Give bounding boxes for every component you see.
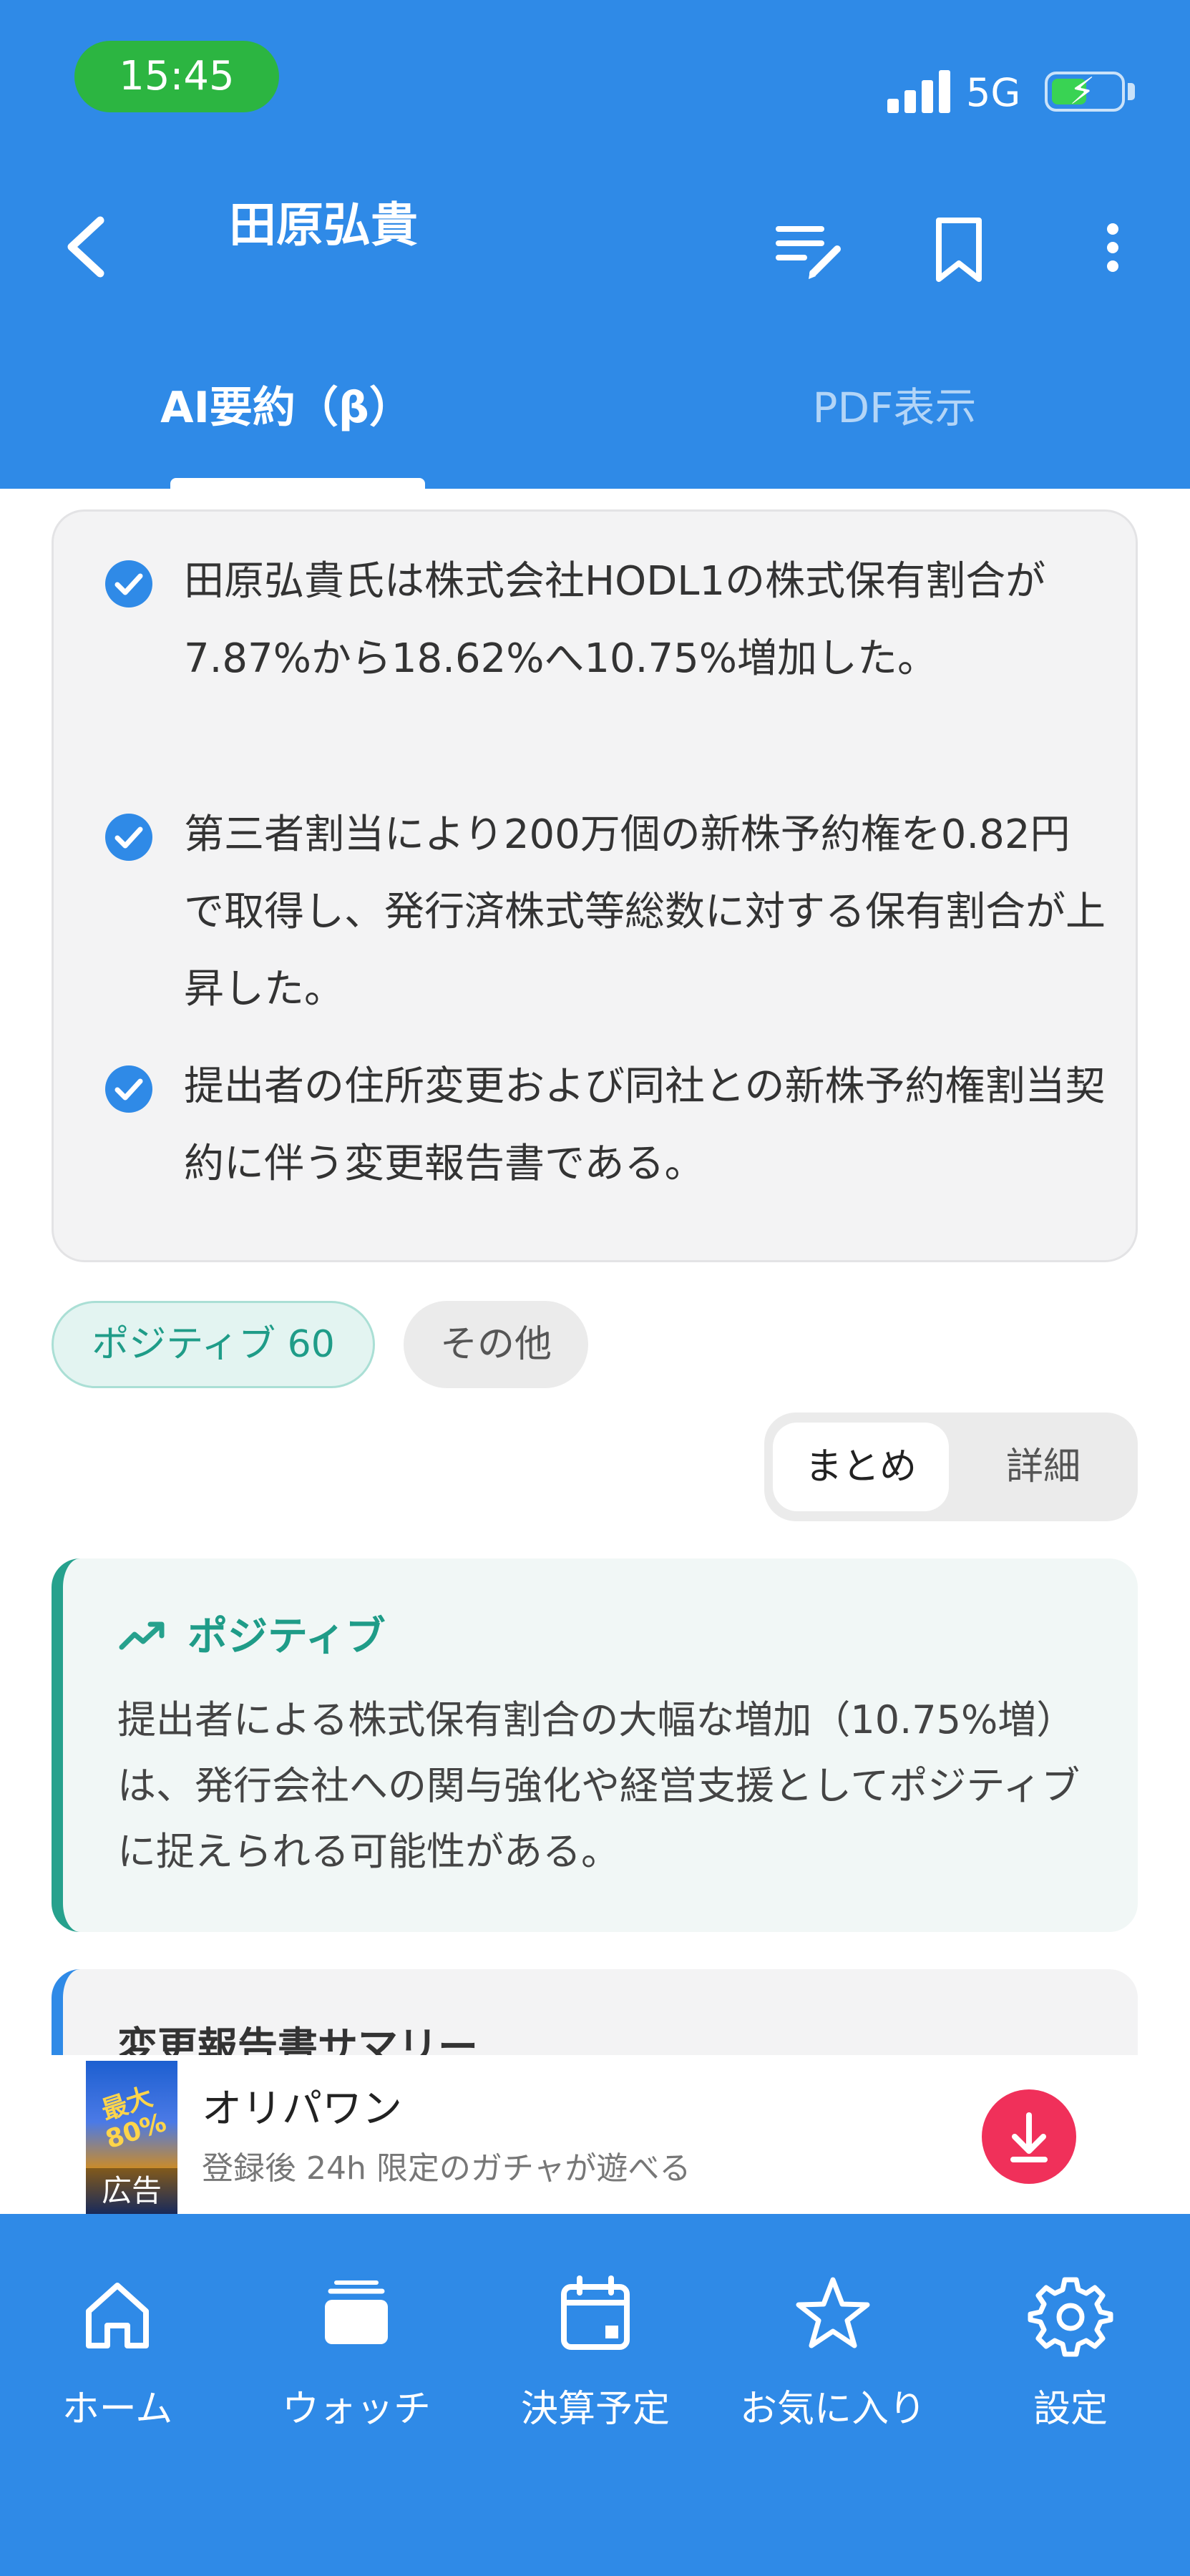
ad-image[interactable]: 最大80% 広告 bbox=[86, 2061, 177, 2214]
nav-favorites-label: お気に入り bbox=[739, 2388, 926, 2431]
nav-watch[interactable]: ウォッチ bbox=[249, 2271, 464, 2443]
ad-label: 広告 bbox=[86, 2168, 177, 2214]
network-type: 5G bbox=[966, 70, 1021, 115]
summary-bullet-text: 田原弘貴氏は株式会社HODL1の株式保有割合が7.87%から18.62%へ10.… bbox=[184, 558, 1046, 682]
nav-earnings-label: 決算予定 bbox=[520, 2388, 670, 2431]
ad-title[interactable]: オリパワン bbox=[202, 2081, 402, 2138]
more-options-button[interactable] bbox=[1095, 215, 1131, 286]
nav-home[interactable]: ホーム bbox=[10, 2271, 225, 2443]
trending-up-icon bbox=[119, 1621, 165, 1650]
page-title: 田原弘貴 bbox=[229, 197, 418, 253]
report-summary-card: 変更報告書サマリー bbox=[52, 1969, 1138, 2055]
ad-download-button[interactable] bbox=[982, 2089, 1076, 2184]
more-vertical-icon bbox=[1107, 223, 1118, 272]
nav-favorites[interactable]: お気に入り bbox=[726, 2271, 940, 2443]
positive-analysis-card: ポジティブ 提出者による株式保有割合の大幅な増加（10.75%増）は、発行会社へ… bbox=[52, 1558, 1138, 1932]
ad-promo-text: 最大80% bbox=[98, 2082, 170, 2155]
report-summary-heading: 変更報告書サマリー bbox=[117, 2024, 478, 2055]
nav-settings[interactable]: 設定 bbox=[963, 2271, 1178, 2443]
gear-icon bbox=[1028, 2277, 1113, 2357]
app-header: 15:45 5G ⚡ 田原弘貴 AI要約（β） PDF表示 bbox=[0, 0, 1190, 489]
bookmark-button[interactable] bbox=[930, 215, 987, 286]
ad-banner[interactable]: 最大80% 広告 オリパワン 登録後 24h 限定のガチャが遊べる bbox=[0, 2055, 1190, 2214]
chevron-left-icon bbox=[67, 216, 104, 278]
status-time: 15:45 bbox=[74, 41, 279, 112]
summary-bullet: 第三者割当により200万個の新株予約権を0.82円で取得し、発行済株式等総数に対… bbox=[105, 806, 1106, 1038]
toggle-summary-option[interactable]: まとめ bbox=[773, 1423, 949, 1511]
calendar-icon bbox=[561, 2275, 630, 2350]
toggle-detail-option[interactable]: 詳細 bbox=[957, 1423, 1129, 1511]
category-tag: その他 bbox=[404, 1301, 588, 1388]
back-button[interactable] bbox=[56, 208, 120, 286]
summary-card: 田原弘貴氏は株式会社HODL1の株式保有割合が7.87%から18.62%へ10.… bbox=[52, 509, 1138, 1262]
check-circle-icon bbox=[105, 814, 152, 861]
view-toggle: まとめ 詳細 bbox=[764, 1413, 1138, 1521]
summary-bullet-text: 第三者割当により200万個の新株予約権を0.82円で取得し、発行済株式等総数に対… bbox=[184, 811, 1106, 1013]
ad-subtitle: 登録後 24h 限定のガチャが遊べる bbox=[202, 2150, 691, 2187]
summary-bullet: 田原弘貴氏は株式会社HODL1の株式保有割合が7.87%から18.62%へ10.… bbox=[105, 553, 1093, 785]
nav-settings-label: 設定 bbox=[1033, 2388, 1108, 2431]
nav-earnings-schedule[interactable]: 決算予定 bbox=[488, 2271, 703, 2443]
nav-watch-label: ウォッチ bbox=[281, 2388, 431, 2431]
bookmark-icon bbox=[936, 218, 982, 282]
edit-list-icon bbox=[776, 226, 841, 279]
battery-icon: ⚡ bbox=[1045, 70, 1125, 113]
tab-ai-summary[interactable]: AI要約（β） bbox=[114, 372, 458, 444]
positive-heading: ポジティブ bbox=[187, 1614, 386, 1660]
nav-home-label: ホーム bbox=[62, 2388, 173, 2431]
star-icon bbox=[796, 2277, 870, 2348]
battery-tip bbox=[1128, 83, 1135, 100]
tab-pdf-view[interactable]: PDF表示 bbox=[751, 372, 1038, 444]
home-icon bbox=[86, 2283, 149, 2348]
check-circle-icon bbox=[105, 1065, 152, 1113]
check-circle-icon bbox=[105, 560, 152, 608]
summary-bullet-text: 提出者の住所変更および同社との新株予約権割当契約に伴う変更報告書である。 bbox=[184, 1063, 1106, 1187]
download-icon bbox=[1010, 2112, 1048, 2162]
bottom-navigation: ホーム ウォッチ 決算予定 お気に入り 設定 bbox=[0, 2214, 1190, 2576]
positive-body: 提出者による株式保有割合の大幅な増加（10.75%増）は、発行会社への関与強化や… bbox=[117, 1697, 1081, 1874]
signal-icon bbox=[887, 70, 953, 113]
sentiment-tag: ポジティブ 60 bbox=[52, 1301, 375, 1388]
edit-list-button[interactable] bbox=[773, 215, 844, 286]
watch-stack-icon bbox=[325, 2280, 388, 2344]
summary-bullet: 提出者の住所変更および同社との新株予約権割当契約に伴う変更報告書である。 bbox=[105, 1058, 1105, 1213]
active-tab-indicator bbox=[170, 478, 425, 489]
